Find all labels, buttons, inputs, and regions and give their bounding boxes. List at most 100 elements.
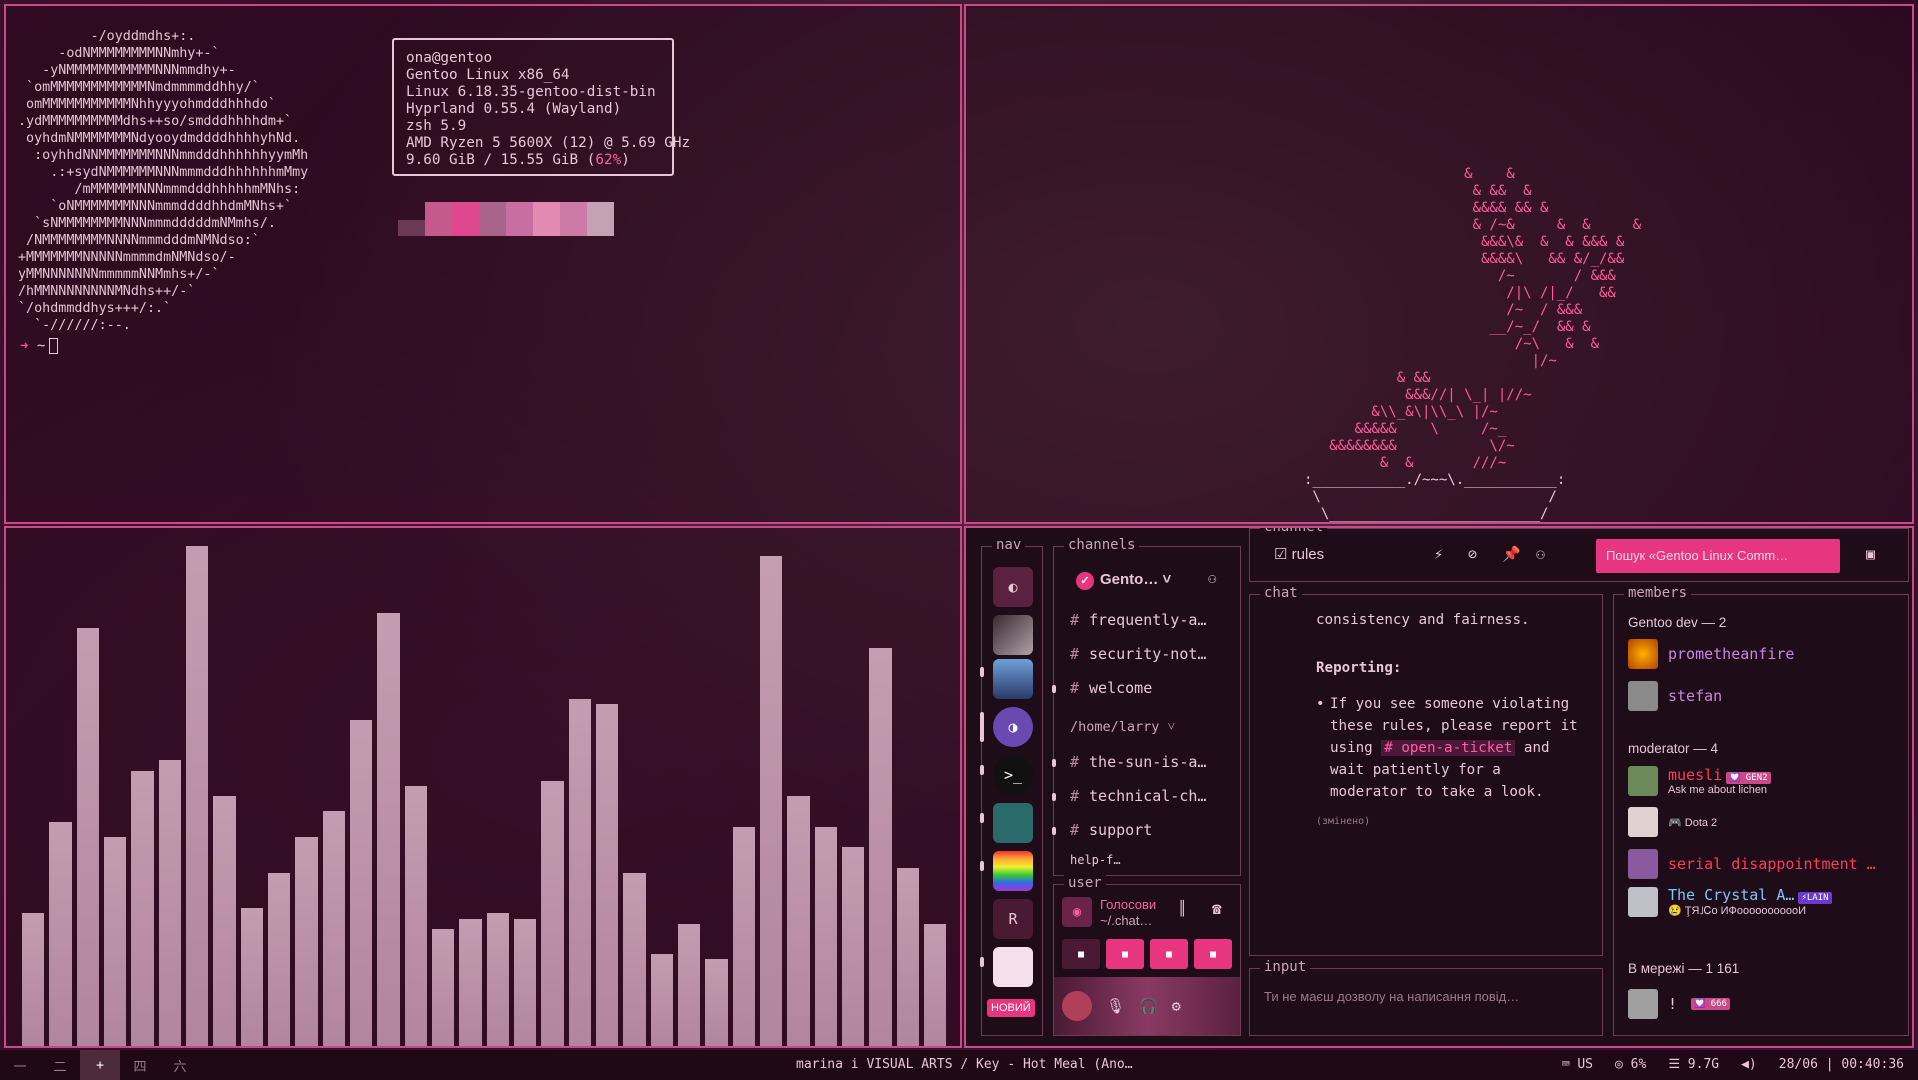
- avatar: [1628, 765, 1658, 796]
- pin-icon[interactable]: 📌: [1502, 545, 1521, 563]
- member-item[interactable]: 🎮 Dota 2: [1628, 807, 1717, 837]
- server-r[interactable]: R: [993, 899, 1033, 939]
- voice-connected-icon: ◉: [1062, 897, 1092, 927]
- terminal-fetch-window[interactable]: -/oyddmdhs+:. -odNMMMMMMMMNNmhy+-` -yNMM…: [4, 4, 962, 524]
- prompt-dir: ~: [36, 338, 46, 354]
- server-unread-pill: [980, 861, 984, 871]
- channel-item[interactable]: # welcome: [1070, 679, 1152, 697]
- server-avatar-1[interactable]: [993, 615, 1033, 655]
- plant-line: &&&&& \ /~_: [1304, 421, 1507, 437]
- color-swatch: [398, 220, 425, 236]
- layout-value: US: [1577, 1057, 1593, 1072]
- channel-item[interactable]: # security-not…: [1070, 645, 1206, 663]
- member-name: serial disappointment …: [1668, 855, 1876, 873]
- gear-icon[interactable]: ⚙: [1172, 997, 1181, 1015]
- clock: 28/06 | 00:40:36: [1778, 1057, 1904, 1072]
- logo-line: .:+sydNMMMMMMNNNmmmdddhhhhhhmMmy: [18, 165, 309, 180]
- channel-item[interactable]: # frequently-a…: [1070, 611, 1206, 629]
- disconnect-icon[interactable]: ☎: [1212, 899, 1222, 918]
- memory-percent: 62%: [595, 152, 622, 168]
- workspace-active[interactable]: +: [80, 1050, 120, 1080]
- notifications-icon[interactable]: ⊘: [1468, 545, 1477, 563]
- plant-line: & & ///~: [1304, 455, 1507, 471]
- server-avatar-3[interactable]: [993, 803, 1033, 843]
- soundboard-icon[interactable]: ║: [1178, 901, 1186, 917]
- visualizer-bar: [349, 719, 373, 1046]
- memory-icon: ☰: [1668, 1057, 1680, 1072]
- member-group-header: Gentoo dev — 2: [1628, 615, 1727, 630]
- visualizer-bar: [541, 780, 564, 1046]
- avatar[interactable]: [1062, 991, 1092, 1021]
- color-swatch: [587, 202, 614, 236]
- voice-channel: ~/.chat…: [1100, 913, 1153, 928]
- channels-label: channels: [1064, 537, 1140, 553]
- member-item[interactable]: prometheanfire: [1628, 639, 1794, 669]
- member-item[interactable]: stefan: [1628, 681, 1722, 711]
- server-terminal-icon[interactable]: >_: [993, 755, 1033, 795]
- channel-mention-link[interactable]: # open-a-ticket: [1381, 740, 1516, 756]
- workspace-6[interactable]: 六: [160, 1050, 200, 1080]
- guild-name: Gento…: [1100, 571, 1159, 588]
- logo-line: `-//////:--.: [18, 318, 131, 333]
- threads-icon[interactable]: ⚡: [1434, 545, 1443, 563]
- server-avatar-2[interactable]: [993, 659, 1033, 699]
- search-input[interactable]: Пошук «Gentoo Linux Comm…: [1596, 539, 1840, 573]
- volume-icon: ◀): [1741, 1057, 1757, 1072]
- member-item[interactable]: The Crystal A… ⚡LAIN 😢 ŢЯ˩Ꮯo ИФooooooooooИ: [1628, 885, 1832, 918]
- member-item[interactable]: muesli 💟 GEN2 Ask me about lichen: [1628, 765, 1771, 796]
- member-item[interactable]: serial disappointment …: [1628, 849, 1876, 879]
- server-selected-pill: [980, 712, 984, 742]
- category-home-larry[interactable]: /home/larry ˅: [1070, 719, 1175, 735]
- members-icon[interactable]: ⚇: [1536, 545, 1545, 563]
- server-avatar-5[interactable]: [993, 947, 1033, 987]
- logo-line: `/ohdmmddhys+++/:.`: [18, 301, 172, 316]
- member-name: The Crystal A…: [1668, 886, 1795, 904]
- mic-icon[interactable]: 🎙: [1106, 997, 1125, 1015]
- message-input[interactable]: Ти не маєш дозволу на написання повід…: [1264, 989, 1519, 1004]
- hash-icon: #: [1070, 645, 1080, 663]
- channel-item[interactable]: # support: [1070, 821, 1152, 839]
- guild-header[interactable]: ✓ Gento… ˅: [1076, 571, 1171, 590]
- voice-status[interactable]: Голосови ~/.chat…: [1100, 897, 1156, 929]
- color-swatch: [560, 202, 587, 236]
- channel-label: channel: [1260, 528, 1328, 535]
- workspace-4[interactable]: 四: [120, 1050, 160, 1080]
- shell-prompt[interactable]: ➜ ~: [20, 338, 59, 354]
- now-playing[interactable]: marina i VISUAL ARTS / Key - Hot Meal (A…: [796, 1057, 1133, 1072]
- channel-item[interactable]: # the-sun-is-a…: [1070, 753, 1206, 771]
- cpu-usage: ◎ 6%: [1615, 1057, 1646, 1072]
- member-status: 😢 ŢЯ˩Ꮯo ИФooooooooooИ: [1668, 905, 1806, 917]
- discord-window[interactable]: nav ◐ ◑ >_ R НОВИЙ channels ✓ Gento… ˅ ⚇ …: [964, 526, 1914, 1048]
- visualizer-bar: [158, 760, 181, 1046]
- logo-line: -odNMMMMMMMMNNmhy+-`: [18, 46, 220, 61]
- channel-item[interactable]: help-f…: [1070, 853, 1121, 867]
- soundboard-button[interactable]: ■: [1194, 939, 1232, 969]
- server-avatar-4[interactable]: [993, 851, 1033, 891]
- workspace-1[interactable]: 一: [0, 1050, 40, 1080]
- camera-button[interactable]: ■: [1062, 939, 1100, 969]
- color-swatch: [506, 202, 533, 236]
- pot-line: (_) (_): [1304, 523, 1641, 524]
- visualizer-bar: [76, 627, 99, 1046]
- volume[interactable]: ◀): [1741, 1057, 1757, 1072]
- add-user-icon[interactable]: ⚇: [1208, 571, 1216, 587]
- server-gentoo-icon[interactable]: ◑: [993, 707, 1033, 747]
- unread-dot: [1052, 793, 1056, 801]
- inbox-icon[interactable]: ▣: [1866, 545, 1875, 563]
- headphones-icon[interactable]: 🎧: [1139, 997, 1158, 1015]
- discord-home-icon[interactable]: ◐: [993, 567, 1033, 607]
- activity-button[interactable]: ■: [1150, 939, 1188, 969]
- terminal-plant-window[interactable]: & & & && & &&&& && & & /~& & & & &&&\& &…: [964, 4, 1914, 524]
- cursor: [49, 338, 59, 354]
- workspace-2[interactable]: 二: [40, 1050, 80, 1080]
- user-label: user: [1064, 875, 1106, 891]
- avatar: [1628, 989, 1658, 1019]
- channel-item[interactable]: # technical-ch…: [1070, 787, 1206, 805]
- info-line: Linux 6.18.35-gentoo-dist-bin: [406, 84, 656, 100]
- screenshare-button[interactable]: ■: [1106, 939, 1144, 969]
- member-item[interactable]: ! 💟 666: [1628, 989, 1730, 1019]
- new-badge[interactable]: НОВИЙ: [987, 999, 1035, 1017]
- keyboard-layout[interactable]: ⌨ US: [1562, 1057, 1593, 1072]
- server-unread-pill: [980, 667, 984, 677]
- memory-usage: ☰ 9.7G: [1668, 1057, 1719, 1072]
